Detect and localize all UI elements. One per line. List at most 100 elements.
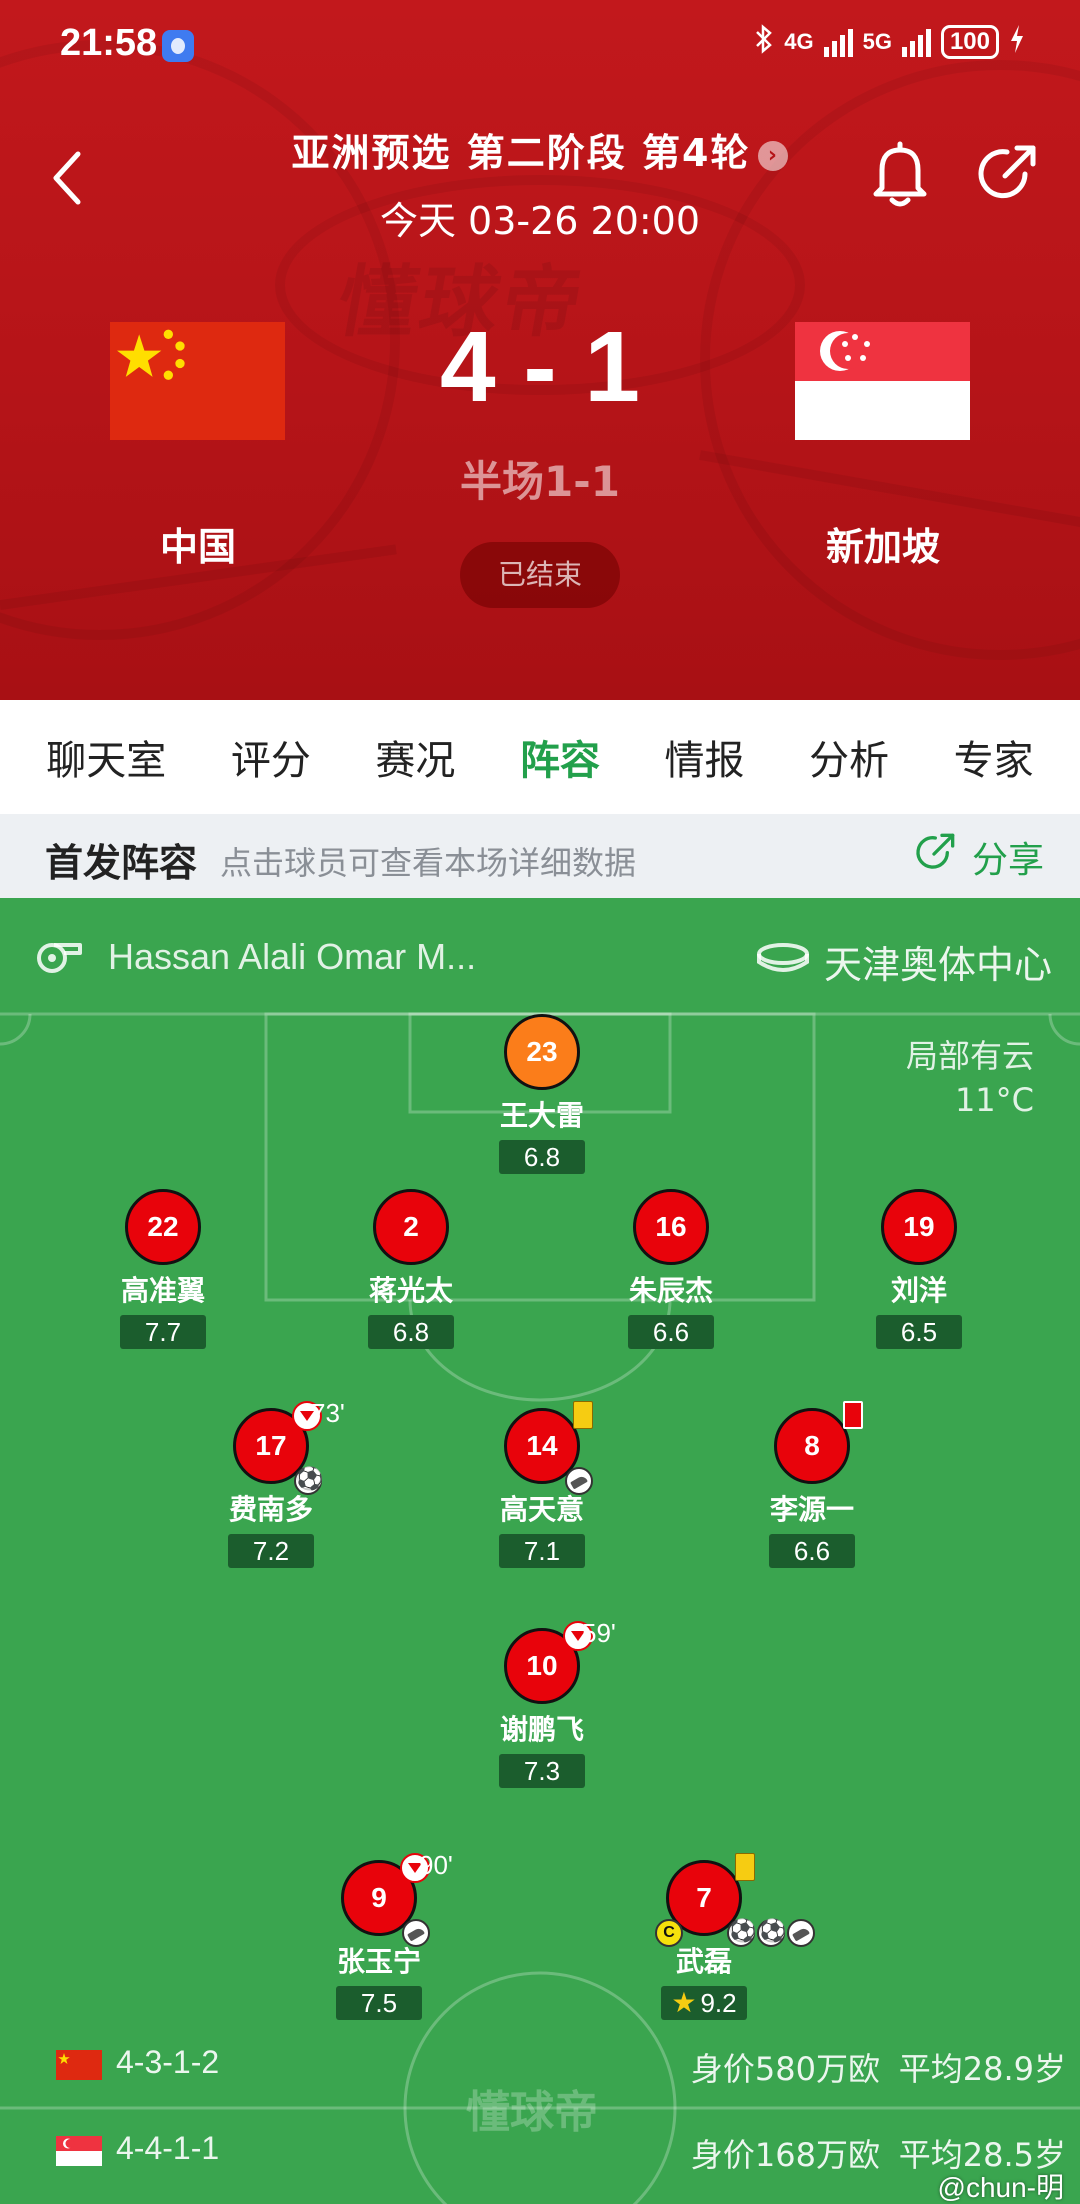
tab-ratings[interactable]: 评分 <box>225 718 317 796</box>
pitch: Hassan Alali Omar M... 天津奥体中心 局部有云 11°C … <box>0 898 1080 2204</box>
lineup-hint: 点击球员可查看本场详细数据 <box>220 844 637 882</box>
player-name: 蒋光太 <box>368 1274 453 1307</box>
player-rating: 6.8 <box>499 1140 585 1174</box>
player-number-disc: 10 <box>504 1621 593 1704</box>
player-rating: 6.6 <box>769 1534 855 1568</box>
player-card[interactable]: 8 李源一 6.6 <box>712 1401 912 1568</box>
home-team-name[interactable]: 中国 <box>48 516 348 571</box>
tab-live[interactable]: 赛况 <box>369 718 461 796</box>
player-card[interactable]: 10 59' 谢鹏飞 7.3 <box>442 1618 642 1788</box>
player-name: 谢鹏飞 <box>499 1713 584 1746</box>
star-icon: ★ <box>671 1987 697 2018</box>
player-number: 10 <box>526 1650 558 1681</box>
player-number: 22 <box>125 1189 201 1265</box>
player-number-disc: 9 <box>341 1853 430 1947</box>
player-rating: 7.3 <box>499 1754 585 1788</box>
away-formation: 4-4-1-1 <box>116 2130 220 2166</box>
halftime-score: 半场1-1 <box>460 457 620 506</box>
weather-info: 局部有云 11°C <box>906 1034 1034 1122</box>
whistle-icon <box>34 938 84 978</box>
goal-icon <box>294 1464 322 1495</box>
player-number: 23 <box>504 1014 580 1090</box>
lineup-share-button[interactable]: 分享 <box>914 830 1044 883</box>
away-market-value: 身价168万欧 <box>690 2136 880 2174</box>
china-flag-icon <box>56 2050 102 2080</box>
charging-icon <box>1009 24 1025 60</box>
player-number-disc: 17 <box>233 1401 322 1495</box>
player-rating: 6.6 <box>628 1315 714 1349</box>
match-info-row: Hassan Alali Omar M... 天津奥体中心 <box>0 898 1080 1014</box>
stadium-icon <box>756 940 810 978</box>
venue-name: 天津奥体中心 <box>823 943 1052 987</box>
player-number: 19 <box>881 1189 957 1265</box>
player-name: 高准翼 <box>120 1274 205 1307</box>
goal-icon <box>727 1916 755 1947</box>
player-card[interactable]: 14 高天意 7.1 <box>442 1401 642 1568</box>
captain-icon <box>655 1919 683 1947</box>
player-number: 8 <box>804 1430 820 1461</box>
player-rating: 7.5 <box>336 1986 422 2020</box>
player-name: 李源一 <box>769 1493 854 1526</box>
match-status-badge: 已结束 <box>460 542 620 608</box>
player-rating: 7.1 <box>499 1534 585 1568</box>
player-name: 王大雷 <box>499 1099 584 1132</box>
lineup-header: 首发阵容 点击球员可查看本场详细数据 分享 <box>0 814 1080 898</box>
player-rating: 6.5 <box>876 1315 962 1349</box>
network-4g-label: 4G <box>784 29 814 54</box>
singapore-flag-icon <box>56 2136 102 2166</box>
yellow-card-icon <box>735 1853 755 1881</box>
sub-minute: 90' <box>419 1850 453 1880</box>
share-icon <box>914 830 958 883</box>
tab-lineup[interactable]: 阵容 <box>513 718 606 822</box>
tab-experts[interactable]: 专家 <box>948 718 1040 796</box>
yellow-card-icon <box>573 1401 593 1429</box>
player-number: 14 <box>526 1430 558 1461</box>
player-number-disc: 14 <box>504 1401 593 1495</box>
player-card[interactable]: 7 武磊 ★9.2 <box>604 1853 815 2020</box>
tab-intel[interactable]: 情报 <box>659 718 751 796</box>
weather-text: 局部有云 <box>905 1037 1034 1075</box>
player-number: 2 <box>373 1189 449 1265</box>
sub-minute: 73' <box>311 1398 345 1428</box>
player-card[interactable]: 2 蒋光太 6.8 <box>311 1189 511 1349</box>
credit-watermark: @chun-明 <box>937 2172 1064 2203</box>
tab-chat[interactable]: 聊天室 <box>40 718 172 796</box>
player-card[interactable]: 19 刘洋 6.5 <box>819 1189 1019 1349</box>
player-card[interactable]: 23 王大雷 6.8 <box>442 1014 642 1174</box>
player-number: 7 <box>696 1882 712 1913</box>
home-formation: 4-3-1-2 <box>116 2044 220 2080</box>
player-number-disc: 7 <box>655 1853 815 1947</box>
home-market-value: 身价580万欧 <box>690 2050 880 2088</box>
red-card-icon <box>843 1401 863 1429</box>
status-bar: 21:58 4G 5G 100 <box>0 0 1080 90</box>
player-rating: 7.2 <box>228 1534 314 1568</box>
player-card[interactable]: 22 高准翼 7.7 <box>63 1189 263 1349</box>
assist-icon <box>787 1919 815 1947</box>
temperature-text: 11°C <box>954 1081 1034 1119</box>
match-header: 懂球帝 21:58 4G 5G 100 亚洲预选 第二阶段 第4轮 › 今天 03… <box>0 0 1080 700</box>
home-average-age: 平均28.9岁 <box>898 2050 1066 2088</box>
player-rating: ★ 9.2 <box>661 1986 747 2020</box>
network-5g-label: 5G <box>862 29 892 54</box>
player-name: 费南多 <box>228 1493 313 1526</box>
tab-bar: 聊天室 评分 赛况 阵容 情报 分析 专家 <box>0 700 1080 822</box>
competition-label: 亚洲预选 第二阶段 第4轮 <box>291 131 751 175</box>
player-card[interactable]: 9 90' 张玉宁 7.5 <box>279 1850 479 2020</box>
share-label: 分享 <box>971 839 1044 881</box>
tab-analysis[interactable]: 分析 <box>803 718 895 796</box>
bluetooth-icon <box>754 24 774 60</box>
away-team-name[interactable]: 新加坡 <box>733 516 1033 571</box>
match-score: 4 - 1 <box>439 311 641 423</box>
home-formation-row: 4-3-1-2 身价580万欧 平均28.9岁 <box>0 2024 1080 2108</box>
lineup-title: 首发阵容 <box>45 841 198 885</box>
share-icon[interactable] <box>975 140 1041 206</box>
player-card[interactable]: 17 73' 费南多 7.2 <box>171 1398 371 1568</box>
signal-icon <box>901 27 931 57</box>
player-card[interactable]: 16 朱辰杰 6.6 <box>571 1189 771 1349</box>
app-notification-icon <box>162 30 194 62</box>
player-rating: 6.8 <box>368 1315 454 1349</box>
player-number-disc: 8 <box>774 1401 863 1484</box>
player-rating: 7.7 <box>120 1315 206 1349</box>
bell-icon[interactable] <box>870 140 930 210</box>
player-number: 17 <box>255 1430 287 1461</box>
